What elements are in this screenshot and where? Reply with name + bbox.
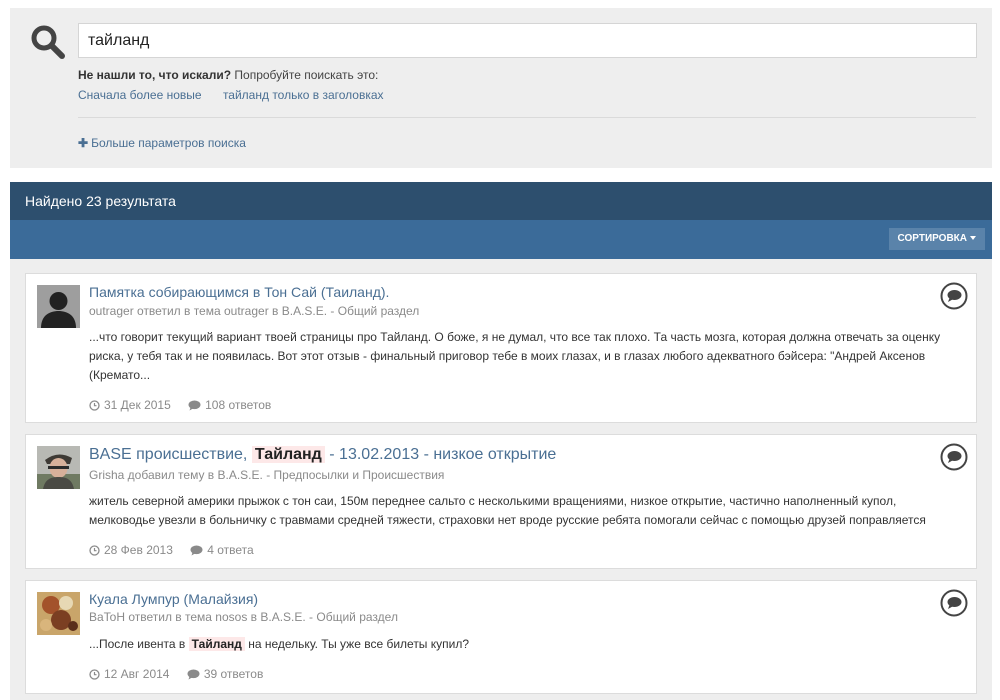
result-meta: outrager ответил в тема outrager в B.A.S… [89, 304, 420, 318]
result-footer: 12 Авг 2014 39 ответов [89, 667, 277, 683]
result-item: Куала Лумпур (Малайзия) BaToH ответил в … [25, 580, 977, 694]
comment-icon [190, 545, 203, 555]
chat-bubble-icon[interactable] [940, 282, 968, 310]
avatar[interactable] [37, 285, 80, 328]
results-toolbar: СОРТИРОВКА [10, 220, 992, 259]
caret-down-icon [970, 236, 976, 241]
result-snippet: житель северной америки прыжок с тон саи… [89, 494, 926, 527]
divider [78, 117, 976, 118]
search-input[interactable] [78, 23, 977, 58]
result-footer: 31 Дек 2015 108 ответов [89, 398, 285, 414]
suggestion-links: Сначала более новые тайланд только в заг… [78, 88, 402, 102]
result-title-link[interactable]: BASE происшествие, Тайланд - 13.02.2013 … [89, 446, 556, 464]
avatar[interactable] [37, 446, 80, 489]
date-item: 12 Авг 2014 [89, 667, 169, 681]
results-count-header: Найдено 23 результата [10, 182, 992, 220]
replies-item: 4 ответа [190, 543, 254, 557]
comment-icon [188, 400, 201, 410]
chat-bubble-icon[interactable] [940, 443, 968, 471]
results-count: Найдено 23 результата [25, 193, 176, 209]
result-snippet: ...После ивента в Тайланд на недельку. Т… [89, 635, 964, 654]
result-replies: 108 ответов [205, 398, 272, 412]
clock-icon [89, 544, 100, 556]
search-icon[interactable] [30, 24, 66, 60]
result-meta: Grisha добавил тему в B.A.S.E. - Предпос… [89, 468, 445, 482]
result-replies: 39 ответов [203, 667, 264, 681]
result-item: BASE происшествие, Тайланд - 13.02.2013 … [25, 434, 977, 569]
hint-bold: Не нашли то, что искали? [78, 68, 232, 82]
snippet-after: на недельку. Ты уже все билеты купил? [244, 637, 470, 651]
comment-icon [187, 669, 200, 679]
title-highlight: Тайланд [251, 446, 325, 463]
title-after: - 13.02.2013 - низкое открытие [324, 446, 557, 463]
more-params-label: Больше параметров поиска [91, 136, 246, 150]
hint-text: Попробуйте поискать это: [231, 68, 379, 82]
result-item: Памятка собирающимся в Тон Сай (Таиланд)… [25, 273, 977, 423]
snippet-highlight: Тайланд [188, 637, 245, 651]
search-panel: Не нашли то, что искали? Попробуйте поис… [10, 8, 992, 168]
chat-bubble-icon[interactable] [940, 589, 968, 617]
search-hint: Не нашли то, что искали? Попробуйте поис… [78, 68, 378, 82]
clock-icon [89, 668, 100, 680]
result-snippet: ...что говорит текущий вариант твоей стр… [89, 330, 941, 382]
plus-icon: ✚ [78, 136, 89, 150]
avatar[interactable] [37, 592, 80, 635]
suggestion-newest-first-link[interactable]: Сначала более новые [78, 88, 202, 102]
result-date: 28 Фев 2013 [104, 543, 173, 557]
more-search-params-link[interactable]: ✚ Больше параметров поиска [78, 136, 246, 150]
result-title-link[interactable]: Куала Лумпур (Малайзия) [89, 591, 258, 607]
replies-item: 39 ответов [187, 667, 264, 681]
result-meta: BaToH ответил в тема nosos в B.A.S.E. - … [89, 610, 398, 624]
result-title-link[interactable]: Памятка собирающимся в Тон Сай (Таиланд)… [89, 284, 389, 300]
date-item: 31 Дек 2015 [89, 398, 171, 412]
date-item: 28 Фев 2013 [89, 543, 173, 557]
result-date: 31 Дек 2015 [104, 398, 171, 412]
sort-label: СОРТИРОВКА [897, 233, 967, 244]
result-replies: 4 ответа [207, 543, 254, 557]
sort-button[interactable]: СОРТИРОВКА [888, 228, 985, 250]
replies-item: 108 ответов [188, 398, 271, 412]
clock-icon [89, 399, 100, 411]
title-before: BASE происшествие, [89, 446, 252, 463]
result-date: 12 Авг 2014 [104, 667, 170, 681]
suggestion-titles-only-link[interactable]: тайланд только в заголовках [223, 88, 384, 102]
snippet-before: ...После ивента в [89, 637, 189, 651]
result-footer: 28 Фев 2013 4 ответа [89, 543, 268, 559]
